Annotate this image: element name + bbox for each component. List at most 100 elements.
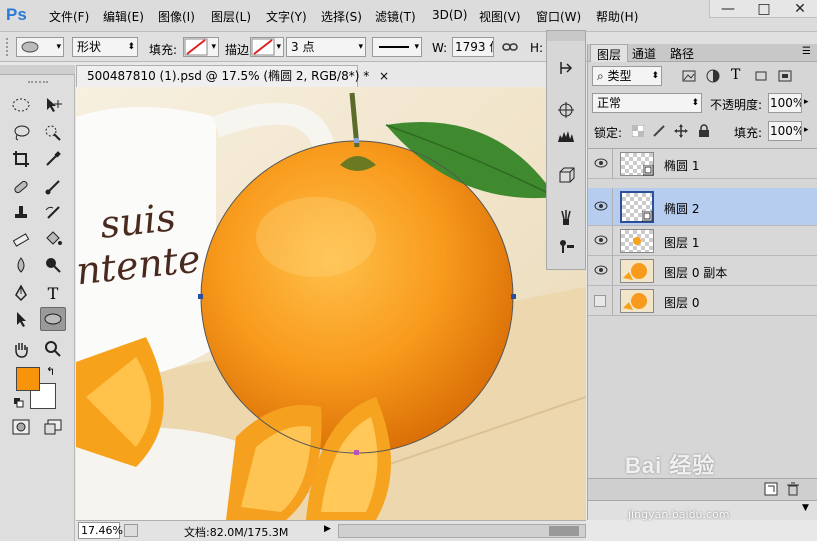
delete-layer-icon[interactable] bbox=[786, 482, 800, 496]
menu-file[interactable]: 文件(F) bbox=[49, 8, 89, 25]
zoom-tool-icon[interactable] bbox=[40, 337, 66, 361]
layer-row-ellipse-2[interactable]: 椭圆 2 bbox=[588, 188, 817, 226]
lock-label: 锁定: bbox=[594, 126, 623, 140]
lock-pixels-icon[interactable] bbox=[652, 124, 666, 138]
layer-row-layer-1[interactable]: 图层 1 bbox=[588, 226, 817, 256]
filter-pixel-icon[interactable] bbox=[682, 70, 696, 82]
menu-view[interactable]: 视图(V) bbox=[479, 8, 521, 25]
quick-select-tool-icon[interactable] bbox=[40, 121, 66, 145]
eyedropper-tool-icon[interactable] bbox=[40, 147, 66, 171]
document-tab[interactable]: 500487810 (1).psd @ 17.5% (椭圆 2, RGB/8*)… bbox=[76, 65, 389, 87]
status-icon[interactable] bbox=[124, 524, 138, 537]
blur-tool-icon[interactable] bbox=[8, 253, 34, 277]
eye-icon[interactable] bbox=[594, 157, 608, 169]
new-layer-icon[interactable] bbox=[764, 482, 778, 496]
default-colors-icon[interactable] bbox=[14, 397, 24, 408]
quick-mask-icon[interactable] bbox=[8, 415, 34, 439]
lasso-tool-icon[interactable] bbox=[8, 121, 34, 145]
no-fill-icon bbox=[184, 38, 208, 56]
menu-window[interactable]: 窗口(W) bbox=[536, 8, 581, 25]
menu-layer[interactable]: 图层(L) bbox=[211, 8, 251, 25]
tab-paths[interactable]: 路径 bbox=[664, 44, 700, 62]
blend-mode-select[interactable]: 正常 ⬍ bbox=[592, 93, 702, 113]
layer-row-ellipse-1[interactable]: 椭圆 1 bbox=[588, 149, 817, 179]
horizontal-scrollbar[interactable] bbox=[338, 524, 586, 538]
filter-shape-icon[interactable] bbox=[754, 70, 768, 82]
menu-filter[interactable]: 滤镜(T) bbox=[375, 8, 416, 25]
paint-bucket-tool-icon[interactable] bbox=[40, 227, 66, 251]
stroke-width-input[interactable]: 3 点 ▾ bbox=[286, 37, 366, 57]
screen-mode-icon[interactable] bbox=[40, 415, 66, 439]
ellipse-tool-icon[interactable] bbox=[40, 307, 66, 331]
brush-presets-panel-icon[interactable] bbox=[555, 207, 577, 229]
healing-brush-tool-icon[interactable] bbox=[8, 175, 34, 199]
marquee-tool-icon[interactable] bbox=[8, 93, 34, 117]
menu-select[interactable]: 选择(S) bbox=[321, 8, 362, 25]
filter-type-icon[interactable]: T bbox=[731, 67, 740, 83]
menu-image[interactable]: 图像(I) bbox=[158, 8, 195, 25]
close-button[interactable]: ✕ bbox=[782, 0, 817, 18]
histogram-panel-icon[interactable] bbox=[555, 125, 577, 147]
restore-button[interactable]: □ bbox=[746, 0, 782, 18]
clone-stamp-tool-icon[interactable] bbox=[8, 201, 34, 225]
visibility-off-box[interactable] bbox=[594, 295, 606, 307]
stroke-swatch[interactable]: ▾ bbox=[250, 37, 284, 57]
eraser-tool-icon[interactable] bbox=[8, 227, 34, 251]
history-panel-icon[interactable] bbox=[555, 57, 577, 79]
photo-thumb-icon bbox=[623, 293, 647, 310]
fill-swatch[interactable]: ▾ bbox=[183, 37, 219, 57]
tab-layers[interactable]: 图层 bbox=[590, 44, 629, 62]
canvas[interactable]: suis ntente bbox=[76, 87, 586, 520]
width-input[interactable]: 1793 像 bbox=[452, 37, 494, 57]
path-selection-tool-icon[interactable] bbox=[8, 307, 34, 331]
menu-3d[interactable]: 3D(D) bbox=[432, 8, 467, 22]
layer-thumbnail bbox=[620, 191, 654, 223]
zoom-input[interactable]: 17.46% bbox=[78, 522, 123, 539]
layer-filter-select[interactable]: ⌕ 类型 ⬍ bbox=[592, 66, 662, 86]
scrollbar-thumb[interactable] bbox=[549, 526, 579, 536]
opacity-input[interactable]: 100% bbox=[768, 93, 802, 113]
eye-icon[interactable] bbox=[594, 200, 608, 212]
move-tool-icon[interactable] bbox=[40, 93, 66, 117]
menu-help[interactable]: 帮助(H) bbox=[596, 8, 638, 25]
status-menu-arrow-icon[interactable]: ▶ bbox=[324, 524, 331, 534]
layer-row-layer-0[interactable]: 图层 0 bbox=[588, 286, 817, 316]
tool-preset-picker[interactable]: ▾ bbox=[16, 37, 64, 57]
minimize-button[interactable]: — bbox=[710, 0, 746, 18]
tab-channels[interactable]: 通道 bbox=[626, 44, 662, 62]
dock-header bbox=[547, 31, 585, 41]
no-stroke-icon bbox=[251, 38, 275, 56]
filter-adjustment-icon[interactable] bbox=[706, 69, 720, 83]
fill-label: 填充: bbox=[734, 126, 763, 140]
eye-icon[interactable] bbox=[594, 234, 608, 246]
menu-edit[interactable]: 编辑(E) bbox=[103, 8, 144, 25]
close-tab-icon[interactable]: × bbox=[379, 69, 389, 83]
opacity-arrow-icon[interactable]: ▸ bbox=[804, 97, 809, 107]
stroke-type-select[interactable]: ▾ bbox=[372, 37, 422, 57]
lock-transparent-icon[interactable] bbox=[631, 124, 645, 138]
eye-icon[interactable] bbox=[594, 264, 608, 276]
pen-tool-icon[interactable] bbox=[8, 281, 34, 305]
menu-type[interactable]: 文字(Y) bbox=[266, 8, 307, 25]
fill-arrow-icon[interactable]: ▸ bbox=[804, 125, 809, 135]
link-icon[interactable] bbox=[502, 40, 518, 54]
brush-tool-icon[interactable] bbox=[40, 175, 66, 199]
clone-source-panel-icon[interactable] bbox=[555, 235, 577, 257]
swap-colors-icon[interactable]: ↰ bbox=[46, 365, 55, 378]
filter-smart-object-icon[interactable] bbox=[778, 70, 792, 82]
panel-menu-icon[interactable]: ☰ bbox=[802, 46, 811, 57]
foreground-color-swatch-top[interactable] bbox=[16, 367, 40, 391]
dodge-tool-icon[interactable] bbox=[40, 253, 66, 277]
layer-row-layer-0-copy[interactable]: 图层 0 副本 bbox=[588, 256, 817, 286]
navigator-panel-icon[interactable] bbox=[555, 99, 577, 121]
lock-position-icon[interactable] bbox=[674, 124, 688, 138]
shape-mode-select[interactable]: 形状 ⬍ bbox=[72, 37, 138, 57]
history-brush-tool-icon[interactable] bbox=[40, 201, 66, 225]
crop-tool-icon[interactable] bbox=[8, 147, 34, 171]
collapse-arrow-icon[interactable]: ▼ bbox=[802, 503, 809, 513]
type-tool-icon[interactable]: T bbox=[40, 281, 66, 305]
fill-input[interactable]: 100% bbox=[768, 121, 802, 141]
hand-tool-icon[interactable] bbox=[8, 337, 34, 361]
3d-panel-icon[interactable] bbox=[555, 165, 577, 187]
lock-all-icon[interactable] bbox=[698, 124, 710, 138]
